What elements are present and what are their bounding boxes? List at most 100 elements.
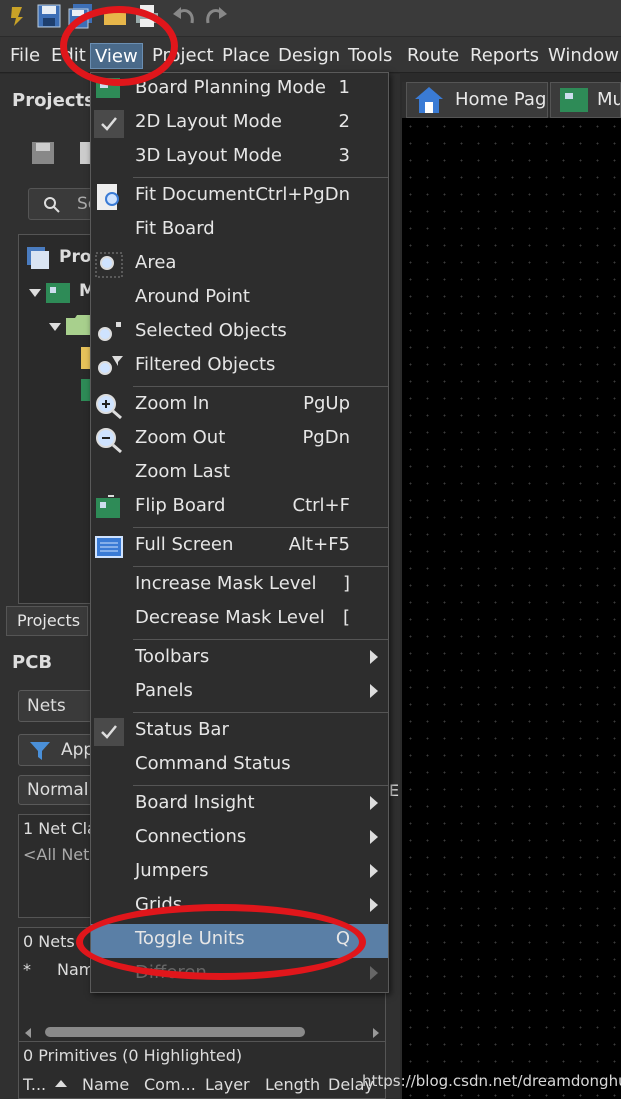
tree-expand-arrow-2[interactable]	[49, 323, 61, 331]
menu-flip-board[interactable]: Flip Board Ctrl+F	[91, 491, 388, 525]
col-star-header[interactable]: *	[23, 960, 31, 979]
menu-panels[interactable]: Panels	[91, 676, 388, 710]
home-icon	[415, 87, 443, 113]
zoom-selected-icon	[98, 322, 121, 341]
project-tree: Proj M	[18, 234, 97, 604]
menu-separator	[133, 785, 388, 786]
tab-projects[interactable]: Projects	[6, 606, 88, 636]
normal-select[interactable]: Normal	[18, 775, 98, 805]
annotation-circle-view	[60, 6, 178, 86]
menu-selected-objects[interactable]: Selected Objects	[91, 316, 388, 350]
menu-around-point[interactable]: Around Point	[91, 282, 388, 316]
col-component-header[interactable]: Com...	[144, 1075, 196, 1094]
primitives-count: 0 Primitives (0 Highlighted)	[23, 1046, 243, 1065]
net-class-list: 1 Net Cla <All Nets	[18, 814, 98, 918]
tree-expand-arrow[interactable]	[29, 289, 41, 297]
redo-icon[interactable]	[204, 3, 230, 29]
menu-status-bar[interactable]: Status Bar	[91, 715, 388, 749]
checkmark-icon	[94, 718, 124, 746]
menu-separator	[133, 566, 388, 567]
menu-filtered-objects[interactable]: Filtered Objects	[91, 350, 388, 384]
menu-file[interactable]: File	[6, 43, 44, 69]
menu-command-status[interactable]: Command Status	[91, 749, 388, 783]
menu-decrease-mask-level[interactable]: Decrease Mask Level[	[91, 603, 388, 637]
menu-3d-layout-mode[interactable]: 3D Layout Mode 3	[91, 141, 388, 175]
menu-jumpers[interactable]: Jumpers	[91, 856, 388, 890]
fit-document-icon	[97, 184, 119, 210]
menu-fit-board[interactable]: Fit Board	[91, 214, 388, 248]
filter-icon	[30, 742, 50, 760]
col-name-header[interactable]: Nam	[57, 960, 94, 979]
all-nets-item[interactable]: <All Nets	[23, 845, 98, 864]
project-save-icon[interactable]	[30, 140, 56, 166]
col-type-header[interactable]: T...	[23, 1075, 46, 1094]
col-layer-header[interactable]: Layer	[205, 1075, 250, 1094]
pcb-panel-title: PCB	[12, 652, 53, 673]
menu-fit-document[interactable]: Fit Document Ctrl+PgDn	[91, 180, 388, 214]
app-logo-icon	[11, 7, 23, 26]
document-tabs: Home Page Mu	[402, 82, 621, 118]
menu-2d-layout-mode[interactable]: 2D Layout Mode 2	[91, 107, 388, 141]
projects-panel-title: Projects	[12, 90, 95, 111]
panel-edge-letter: E	[389, 781, 400, 800]
full-screen-icon	[95, 536, 123, 558]
submenu-arrow-icon	[370, 898, 378, 912]
zoom-area-icon	[95, 252, 123, 278]
menu-reports[interactable]: Reports	[466, 43, 543, 69]
menu-separator	[133, 386, 388, 387]
save-icon[interactable]	[36, 3, 62, 29]
net-class-header: 1 Net Cla	[23, 819, 97, 838]
submenu-arrow-icon	[370, 650, 378, 664]
menu-zoom-in[interactable]: Zoom In PgUp	[91, 389, 388, 423]
apply-button[interactable]: App	[18, 734, 98, 766]
folder-icon	[66, 315, 92, 335]
tab-pcb-document[interactable]: Mu	[550, 82, 621, 118]
projects-search-input[interactable]: Se	[28, 188, 98, 220]
scroll-left-icon[interactable]	[25, 1028, 31, 1038]
menu-design[interactable]: Design	[274, 43, 344, 69]
pcb-canvas[interactable]	[402, 118, 621, 1099]
menu-full-screen[interactable]: Full Screen Alt+F5	[91, 530, 388, 564]
pcb-project-icon	[46, 283, 70, 303]
checkmark-icon	[94, 110, 124, 138]
menu-separator	[133, 639, 388, 640]
menu-tools[interactable]: Tools	[344, 43, 396, 69]
menu-toolbars[interactable]: Toolbars	[91, 642, 388, 676]
menu-board-insight[interactable]: Board Insight	[91, 788, 388, 822]
menu-zoom-last[interactable]: Zoom Last	[91, 457, 388, 491]
submenu-arrow-icon	[370, 864, 378, 878]
menu-route[interactable]: Route	[403, 43, 463, 69]
col-name-header-2[interactable]: Name	[82, 1075, 129, 1094]
zoom-out-icon	[96, 428, 122, 454]
scroll-right-icon[interactable]	[373, 1028, 379, 1038]
watermark: https://blog.csdn.net/dreamdonghui	[362, 1072, 621, 1090]
menu-separator	[133, 177, 388, 178]
menu-area[interactable]: Area	[91, 248, 388, 282]
scrollbar-thumb[interactable]	[45, 1027, 305, 1037]
zoom-in-icon	[96, 394, 122, 420]
menu-increase-mask-level[interactable]: Increase Mask Level]	[91, 569, 388, 603]
menu-zoom-out[interactable]: Zoom Out PgDn	[91, 423, 388, 457]
view-menu-dropdown: Board Planning Mode 1 2D Layout Mode 2 3D …	[90, 72, 389, 993]
tab-home-page[interactable]: Home Page	[406, 82, 548, 118]
submenu-arrow-icon	[370, 830, 378, 844]
menu-place[interactable]: Place	[218, 43, 274, 69]
col-length-header[interactable]: Length	[265, 1075, 320, 1094]
undo-icon[interactable]	[170, 3, 196, 29]
menu-connections[interactable]: Connections	[91, 822, 388, 856]
menu-separator	[133, 712, 388, 713]
primitives-list: 0 Primitives (0 Highlighted) T... Name C…	[18, 1041, 386, 1099]
submenu-arrow-icon	[370, 796, 378, 810]
menu-separator	[133, 527, 388, 528]
nets-select[interactable]: Nets	[18, 690, 98, 722]
horizontal-scrollbar[interactable]	[25, 1024, 379, 1042]
annotation-circle-toggle-units	[76, 904, 366, 980]
pcb-doc-tab-icon	[560, 88, 588, 112]
submenu-arrow-icon	[370, 966, 378, 980]
menu-window[interactable]: Window	[544, 43, 621, 69]
sort-ascending-icon	[55, 1080, 67, 1087]
flip-board-icon	[96, 495, 120, 518]
submenu-arrow-icon	[370, 684, 378, 698]
project-group-icon	[27, 247, 49, 269]
search-icon	[44, 197, 60, 213]
